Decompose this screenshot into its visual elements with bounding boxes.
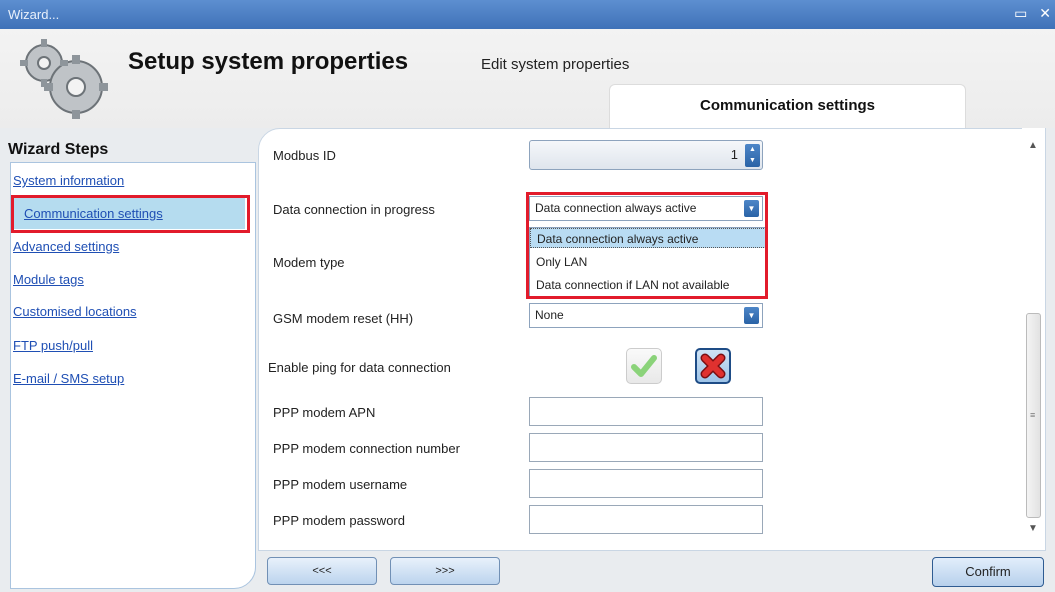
cross-icon: [700, 353, 726, 379]
modbus-id-label: Modbus ID: [273, 148, 336, 163]
confirm-button[interactable]: Confirm: [932, 557, 1044, 587]
connection-number-field[interactable]: [529, 433, 763, 462]
grip-icon: ≡: [1030, 410, 1036, 420]
window-controls[interactable]: ▭ ✕: [1014, 5, 1055, 22]
apn-field[interactable]: [529, 397, 763, 426]
previous-button[interactable]: <<<: [267, 557, 377, 585]
connection-number-label: PPP modem connection number: [273, 441, 460, 456]
window-titlebar: Wizard... ▭ ✕: [0, 0, 1055, 29]
ping-label: Enable ping for data connection: [268, 360, 451, 375]
sidebar-item-module-tags[interactable]: Module tags: [13, 272, 84, 287]
highlight-box-dropdown: [526, 192, 768, 299]
modbus-id-value: 1: [730, 147, 738, 162]
data-connection-label: Data connection in progress: [273, 202, 435, 217]
apn-label: PPP modem APN: [273, 405, 376, 420]
next-button[interactable]: >>>: [390, 557, 500, 585]
modem-type-label: Modem type: [273, 255, 345, 270]
password-label: PPP modem password: [273, 513, 405, 528]
gsm-reset-value: None: [535, 308, 564, 322]
scroll-down-icon[interactable]: ▼: [1028, 523, 1038, 534]
gsm-reset-select[interactable]: None ▼: [529, 303, 763, 328]
highlight-box-sidebar: [11, 195, 250, 233]
modbus-id-stepper[interactable]: 1 ▲ ▼: [529, 140, 763, 170]
sidebar-item-customised-locations[interactable]: Customised locations: [13, 304, 137, 319]
ping-disable-button[interactable]: [695, 348, 731, 384]
wizard-steps-heading: Wizard Steps: [8, 141, 109, 158]
scroll-up-icon[interactable]: ▲: [1028, 140, 1038, 151]
tab-current-step: Communication settings: [609, 84, 966, 128]
sidebar-item-email-sms-setup[interactable]: E-mail / SMS setup: [13, 371, 124, 386]
scrollbar-thumb[interactable]: ≡: [1026, 313, 1041, 518]
password-field[interactable]: [529, 505, 763, 534]
vertical-scrollbar[interactable]: ▲ ≡ ▼: [1022, 128, 1045, 548]
page-subtitle: Edit system properties: [481, 56, 630, 73]
sidebar-item-system-information[interactable]: System information: [13, 173, 124, 188]
gears-icon: [20, 39, 108, 119]
username-label: PPP modem username: [273, 477, 408, 492]
window-title: Wizard...: [8, 7, 60, 22]
username-field[interactable]: [529, 469, 763, 498]
ping-enable-button[interactable]: [626, 348, 662, 384]
spin-up-down-icon[interactable]: ▲ ▼: [745, 144, 760, 167]
chevron-down-icon[interactable]: ▼: [744, 307, 759, 324]
checkmark-icon: [631, 355, 657, 377]
sidebar-item-advanced-settings[interactable]: Advanced settings: [13, 239, 119, 254]
sidebar-item-ftp-push-pull[interactable]: FTP push/pull: [13, 338, 93, 353]
page-title: Setup system properties: [128, 48, 409, 75]
gsm-reset-label: GSM modem reset (HH): [273, 311, 414, 326]
